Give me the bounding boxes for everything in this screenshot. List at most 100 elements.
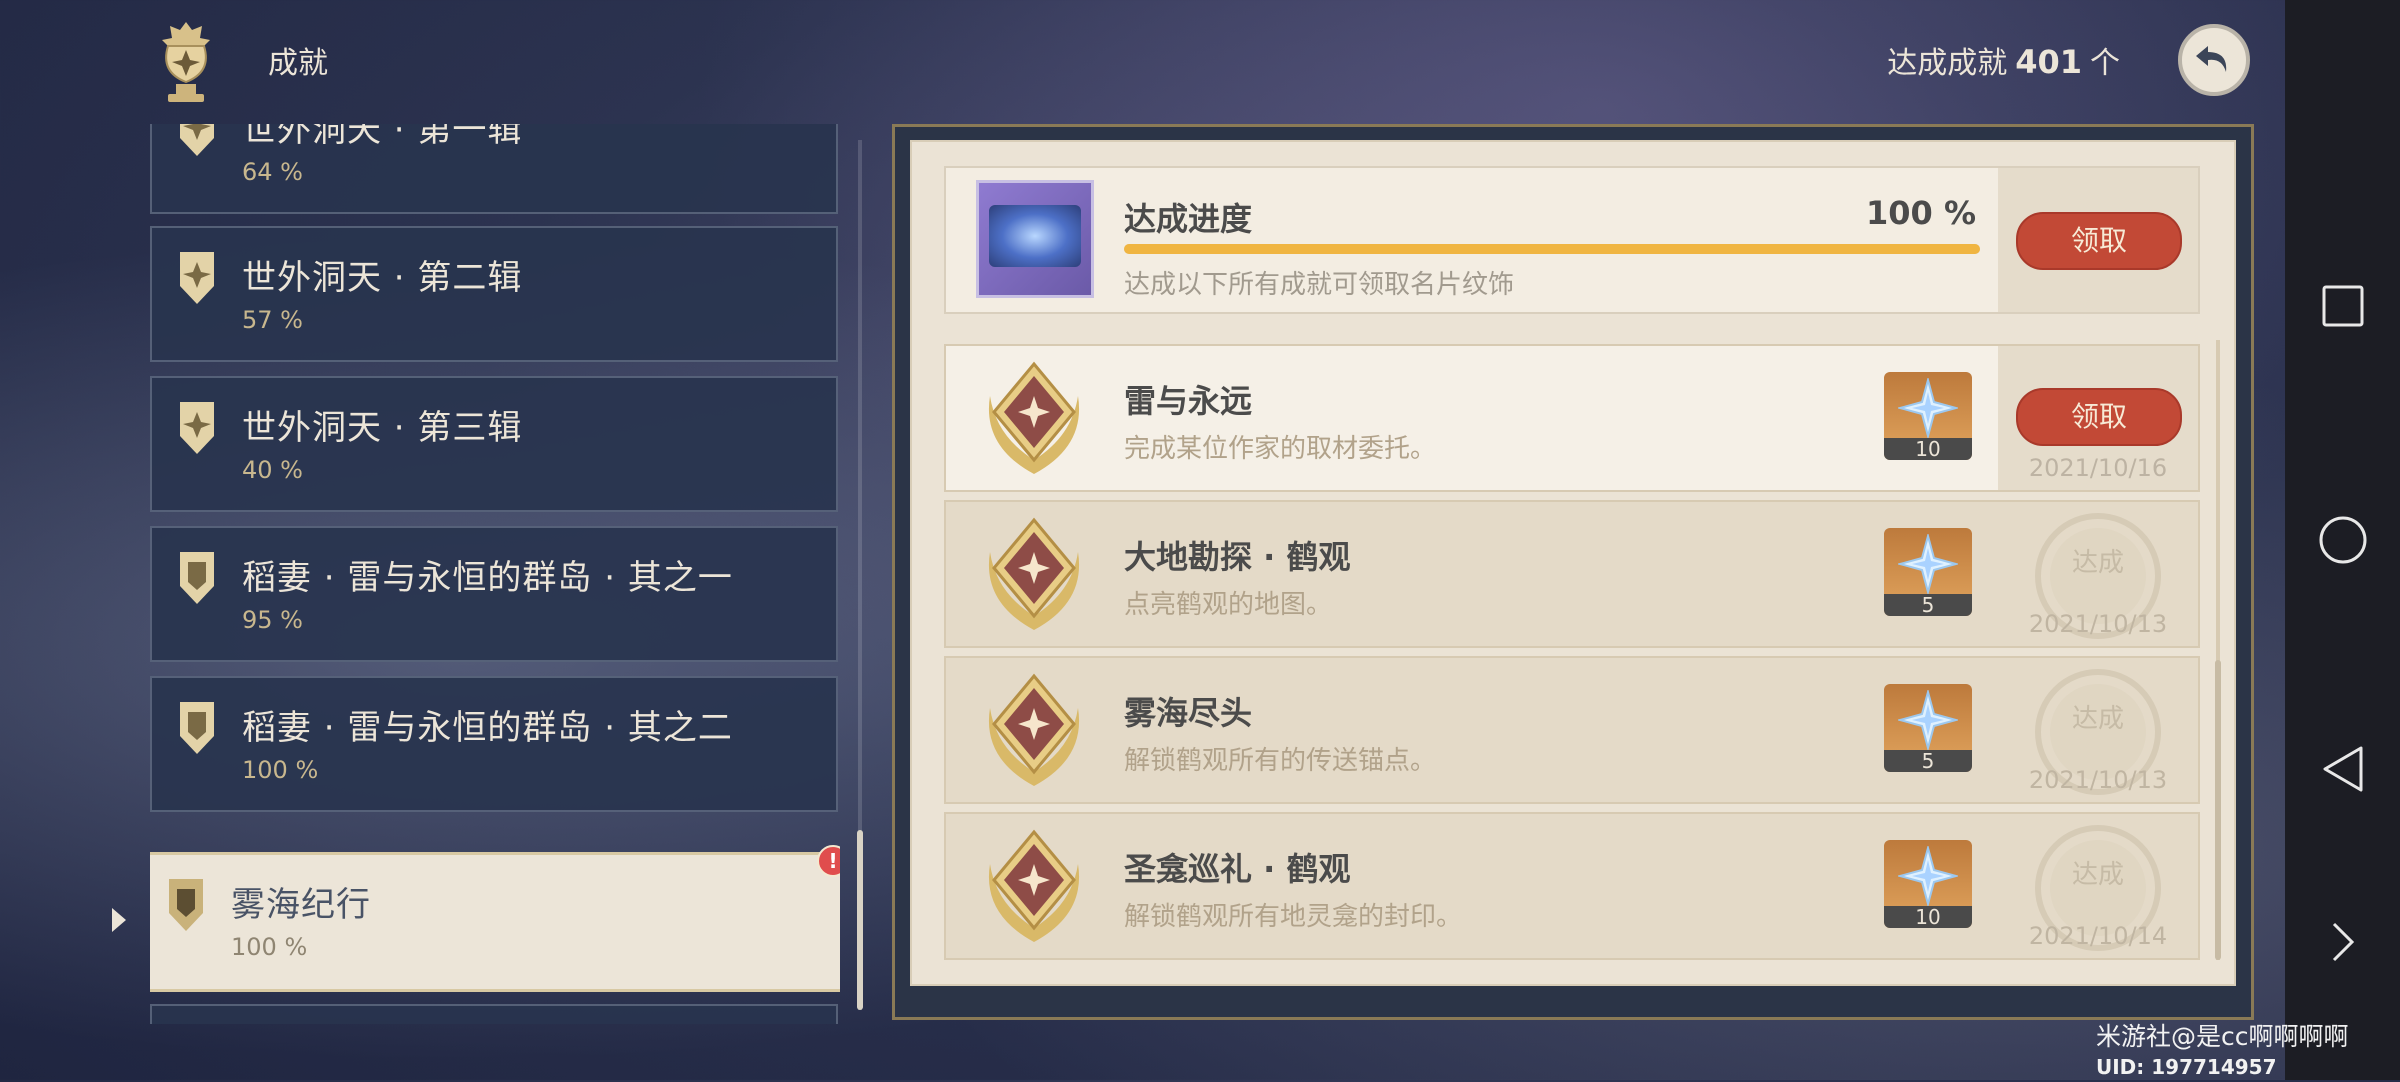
category-item[interactable]: 世外洞天 · 第三辑 40 % [150,376,838,512]
home-button[interactable] [2285,514,2400,566]
achievement-status: 达成 [2071,860,2124,890]
claim-button[interactable]: 领取 [2016,388,2182,446]
notification-badge: ! [817,845,840,877]
category-percent: 57 % [242,306,303,334]
reward-quantity: 10 [1884,438,1972,460]
category-item[interactable]: 世外洞天 · 第一辑 64 % [150,124,838,214]
reward-quantity: 5 [1884,750,1972,772]
progress-claim-area: 领取 [1998,168,2198,312]
back-button[interactable] [2178,24,2250,96]
achievement-scrollbar[interactable] [2215,340,2221,960]
achievement-row: 雷与永远 完成某位作家的取材委托。 10 领取 2021/10/16 [944,344,2200,492]
achievement-status-area: 达成 2021/10/13 [1998,658,2198,802]
achievement-total: 达成成就 401 个 [1887,38,2120,82]
recent-apps-button[interactable] [2285,284,2400,328]
category-name: 世外洞天 · 第二辑 [242,258,523,298]
total-label: 达成成就 [1887,46,2008,81]
category-item-selected[interactable]: 雾海纪行 100 % ! [150,845,840,992]
category-scrollbar[interactable] [857,140,863,1010]
achievement-date: 2021/10/14 [2028,922,2168,950]
total-count: 401 [2015,43,2082,81]
primogem-icon [1898,690,1958,750]
category-percent: 64 % [242,158,303,186]
square-icon [2322,285,2363,327]
achievement-row: 大地勘探 · 鹤观 点亮鹤观的地图。 5 达成 2021/10/13 [944,500,2200,648]
category-item[interactable]: 稻妻 · 雷与永恒的群岛 · 其之二 100 % [150,676,838,812]
triangle-back-icon [2323,746,2362,792]
achievement-badge-icon [180,402,214,454]
claim-button[interactable]: 领取 [2016,212,2182,270]
achievement-description: 点亮鹤观的地图。 [1124,590,1333,620]
achievement-title: 大地勘探 · 鹤观 [1124,538,1351,576]
achievement-row: 雾海尽头 解锁鹤观所有的传送锚点。 5 达成 2021/10/13 [944,656,2200,804]
category-item[interactable]: 世外洞天 · 第二辑 57 % [150,226,838,362]
achievement-status: 达成 [2071,548,2124,578]
category-percent: 100 % [242,756,319,784]
achievement-title: 雾海尽头 [1124,694,1253,732]
circle-icon [2319,516,2366,564]
achievement-medal-icon [988,829,1080,942]
namecard-icon [976,180,1094,298]
category-item[interactable]: 稻妻 · 雷与永恒的群岛 · 其之一 95 % [150,526,838,662]
achievement-description: 解锁鹤观所有地灵龛的封印。 [1124,902,1463,932]
primogem-icon [1898,534,1958,594]
achievement-medal-icon [988,361,1080,474]
reward-quantity: 10 [1884,906,1972,928]
reward-quantity: 5 [1884,594,1972,616]
progress-fill [1124,244,1980,254]
chevron-right-icon [2332,922,2354,962]
back-nav-button[interactable] [2285,744,2400,794]
achievement-medal-icon [988,673,1080,786]
uid-label: UID: 197714957 [2096,1055,2277,1079]
progress-row: 达成进度 100 % 达成以下所有成就可领取名片纹饰 领取 [944,166,2200,314]
reward-item: 5 [1884,684,1972,772]
expand-button[interactable] [2285,920,2400,964]
category-percent: 100 % [231,933,308,961]
scrollbar-thumb[interactable] [857,830,863,1010]
category-name: 雾海纪行 [231,885,371,925]
achievement-row: 圣龛巡礼 · 鹤观 解锁鹤观所有地灵龛的封印。 10 达成 2021/10/14 [944,812,2200,960]
progress-bar [1124,244,1980,254]
achievement-badge-icon [180,252,214,304]
achievement-title: 圣龛巡礼 · 鹤观 [1124,850,1351,888]
trophy-icon [162,22,210,102]
progress-description: 达成以下所有成就可领取名片纹饰 [1124,270,1515,300]
watermark: 米游社@是cc啊啊啊啊 UID: 197714957 [2096,1022,2349,1082]
category-item[interactable] [150,1004,838,1024]
scrollbar-thumb[interactable] [2215,660,2221,960]
category-percent: 40 % [242,456,303,484]
category-name: 稻妻 · 雷与永恒的群岛 · 其之一 [242,558,733,598]
achievement-date: 2021/10/13 [2028,766,2168,794]
achievement-description: 解锁鹤观所有的传送锚点。 [1124,746,1437,776]
primogem-icon [1898,378,1958,438]
reward-item: 10 [1884,372,1972,460]
achievement-list: 雷与永远 完成某位作家的取材委托。 10 领取 2021/10/16 大地勘探 … [944,340,2200,968]
reward-item: 10 [1884,840,1972,928]
achievement-date: 2021/10/13 [2028,610,2168,638]
primogem-icon [1898,846,1958,906]
category-name: 稻妻 · 雷与永恒的群岛 · 其之二 [242,708,733,748]
progress-percent: 100 % [1866,194,1976,232]
achievement-badge-icon [180,124,214,156]
achievement-title: 雷与永远 [1124,382,1253,420]
back-arrow-icon [2196,46,2227,72]
category-percent: 95 % [242,606,303,634]
achievement-badge-icon [169,879,203,931]
achievement-status-area: 领取 2021/10/16 [1998,346,2198,490]
achievement-badge-icon [180,702,214,754]
achievement-status-area: 达成 2021/10/13 [1998,502,2198,646]
category-name: 世外洞天 · 第一辑 [242,124,523,150]
category-name: 世外洞天 · 第三辑 [242,408,523,448]
achievement-medal-icon [988,517,1080,630]
achievement-date: 2021/10/16 [2028,454,2168,482]
category-list: 世外洞天 · 第一辑 64 % 世外洞天 · 第二辑 57 % 世外洞天 · 第… [150,124,840,1024]
system-navigation-bar [2285,0,2400,1080]
progress-title: 达成进度 [1124,200,1253,238]
achievement-description: 完成某位作家的取材委托。 [1124,434,1437,464]
achievement-badge-icon [180,552,214,604]
achievement-status: 达成 [2071,704,2124,734]
achievement-status-area: 达成 2021/10/14 [1998,814,2198,958]
total-unit: 个 [2090,46,2120,81]
selection-pointer-icon [112,908,126,932]
reward-item: 5 [1884,528,1972,616]
